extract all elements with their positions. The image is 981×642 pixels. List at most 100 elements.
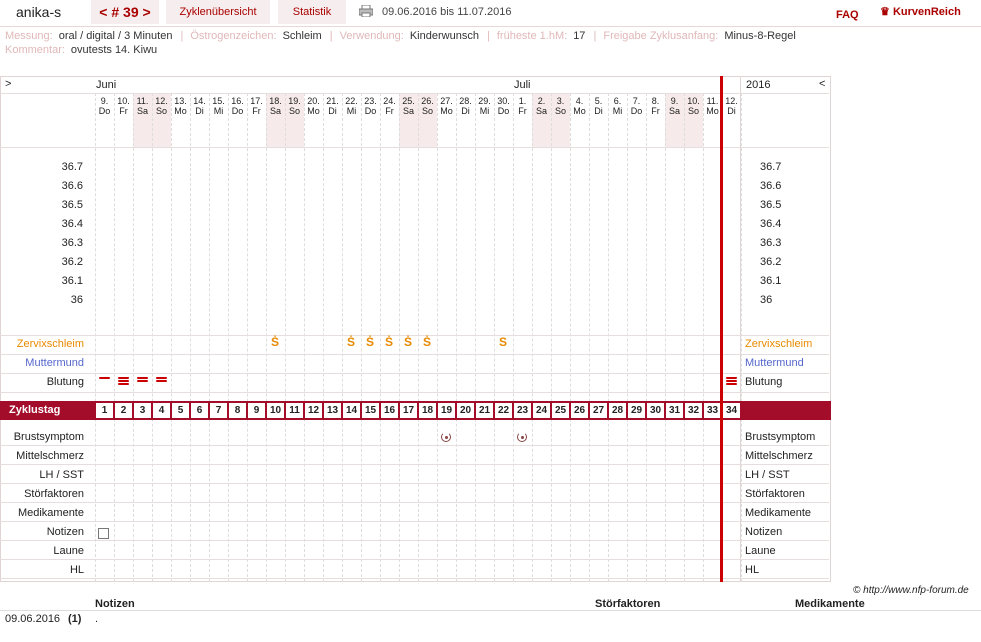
top-bar: anika-s < # 39 > Zyklenübersicht Statist… [0, 0, 981, 27]
row-label: Störfaktoren [24, 488, 84, 500]
day-number: 9. [100, 96, 109, 106]
cycle-day-number: 16 [381, 403, 398, 418]
temp-label-right: 36.5 [760, 199, 782, 211]
day-label: 11. Sa [133, 96, 152, 116]
day-number: 2. [537, 96, 546, 106]
day-number: 19. [288, 96, 301, 106]
day-gridline [304, 93, 305, 582]
day-number: 5. [594, 96, 603, 106]
day-label: 13. Mo [171, 96, 190, 116]
weekday: So [421, 106, 433, 116]
day-number: 16. [231, 96, 244, 106]
breast-symptom-dot [521, 436, 524, 439]
row-divider [0, 540, 829, 541]
row-divider [0, 445, 829, 446]
day-number: 28. [459, 96, 472, 106]
logo-text: KurvenReich [892, 6, 961, 18]
label-hm: früheste 1.hM: [496, 30, 568, 42]
cycle-day-number: 13 [324, 403, 341, 418]
cycle-navigator[interactable]: < # 39 > [91, 0, 159, 24]
day-gridline [494, 93, 495, 582]
cycle-day-number: 4 [153, 403, 170, 418]
day-gridline [627, 93, 628, 582]
zervix-mark: Ṡ [404, 335, 413, 349]
row-divider [0, 559, 829, 560]
day-label: 6. Mi [608, 96, 627, 116]
cycle-day-number: 21 [476, 403, 493, 418]
cycle-day-number: 33 [704, 403, 721, 418]
row-label: Medikamente [17, 507, 84, 519]
cycle-day-number: 22 [495, 403, 512, 418]
temp-label-left: 36.6 [61, 180, 83, 192]
zervix-mark: Ṡ [271, 335, 280, 349]
row-label-right: Muttermund [745, 357, 804, 369]
weekday: Do [364, 106, 377, 116]
day-label: 12. Di [722, 96, 741, 116]
cycle-day-number: 11 [286, 403, 303, 418]
row-divider [0, 578, 829, 579]
day-gridline [228, 93, 229, 582]
row-label-right: Zervixschleim [745, 338, 813, 350]
day-gridline [589, 93, 590, 582]
temp-label-left: 36.5 [61, 199, 83, 211]
day-label: 3. So [551, 96, 570, 116]
row-label: LH / SST [39, 469, 84, 481]
weekday: Sa [269, 106, 281, 116]
kurvenreich-logo[interactable]: ♛ KurvenReich [880, 0, 961, 24]
day-gridline [171, 93, 172, 582]
day-gridline [152, 93, 153, 582]
row-label: Zervixschleim [16, 338, 84, 350]
tab-cycle-overview[interactable]: Zyklenübersicht [166, 0, 270, 24]
temp-label-left: 36.3 [61, 237, 83, 249]
cycle-day-number: 34 [723, 403, 740, 418]
temp-label-right: 36.7 [760, 161, 782, 173]
note-icon[interactable] [98, 528, 109, 539]
row-label: Laune [53, 545, 84, 557]
zervix-mark: Ṡ [347, 335, 356, 349]
value-freigabe: Minus-8-Regel [724, 30, 796, 42]
day-label: 8. Fr [646, 96, 665, 116]
weekday: So [554, 106, 566, 116]
faq-link[interactable]: FAQ [836, 3, 859, 27]
print-icon[interactable] [359, 5, 373, 17]
row-label-right: LH / SST [745, 469, 790, 481]
zervix-mark: S [499, 335, 508, 349]
cycle-day-number: 26 [571, 403, 588, 418]
weekday: Fr [651, 106, 660, 116]
day-label: 28. Di [456, 96, 475, 116]
day-number: 11. [136, 96, 149, 106]
day-gridline [361, 93, 362, 582]
value-kommentar: ovutests 14. Kiwu [70, 44, 158, 56]
day-number: 10. [117, 96, 130, 106]
day-gridline [323, 93, 324, 582]
today-marker [720, 76, 723, 582]
day-number: 6. [613, 96, 622, 106]
row-label: Mittelschmerz [16, 450, 84, 462]
right-column-divider [740, 76, 741, 582]
temp-label-left: 36.2 [61, 256, 83, 268]
weekday: Di [328, 106, 337, 116]
bleeding-mark [118, 377, 129, 386]
row-divider [0, 483, 829, 484]
tab-statistics[interactable]: Statistik [278, 0, 346, 24]
value-hm: 17 [573, 30, 586, 42]
row-label: Blutung [46, 376, 84, 388]
day-label: 4. Mo [570, 96, 589, 116]
weekday: Mi [213, 106, 224, 116]
label-oestrogen: Östrogenzeichen: [190, 30, 277, 42]
note-text: . [95, 613, 99, 625]
day-label: 30. Do [494, 96, 513, 116]
label-messung: Messung: [5, 30, 53, 42]
col-stoerfaktoren: Störfaktoren [595, 598, 661, 610]
nav-prev[interactable]: > [5, 78, 11, 90]
nav-next[interactable]: < [819, 78, 825, 90]
cycle-day-number: 8 [229, 403, 246, 418]
zervix-mark: Ṡ [385, 335, 394, 349]
day-label: 9. Do [95, 96, 114, 116]
row-divider [0, 502, 829, 503]
day-number: 7. [632, 96, 641, 106]
cycle-day-number: 29 [628, 403, 645, 418]
weekday: Mo [307, 106, 320, 116]
day-number: 15. [212, 96, 225, 106]
day-number: 12. [155, 96, 168, 106]
